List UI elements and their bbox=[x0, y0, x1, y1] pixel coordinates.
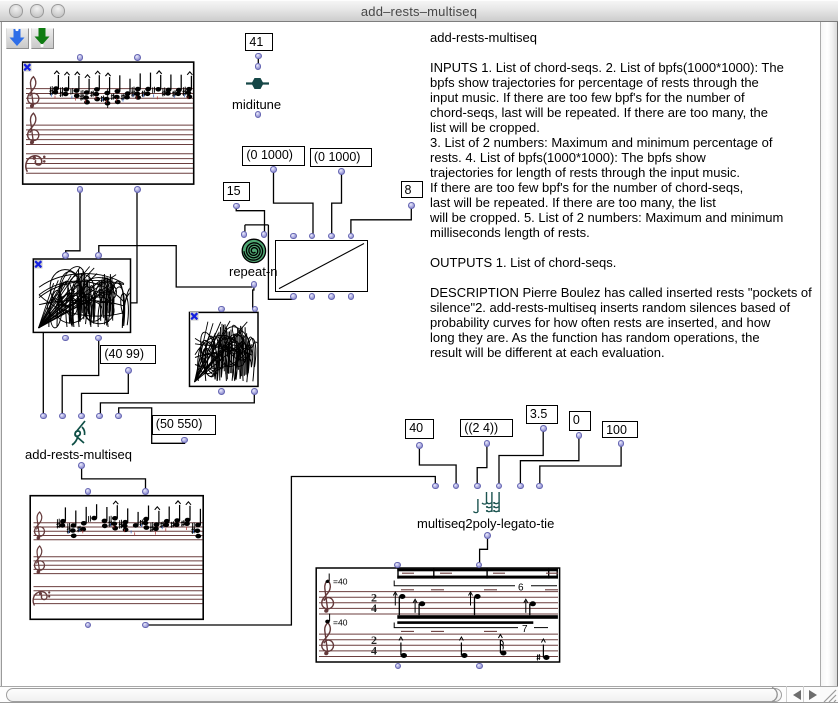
svg-text:6: 6 bbox=[518, 583, 524, 594]
svg-text:=40: =40 bbox=[333, 577, 348, 587]
svg-text:=40: =40 bbox=[333, 618, 348, 628]
svg-text:4: 4 bbox=[371, 601, 377, 615]
svg-text:7: 7 bbox=[522, 624, 528, 635]
svg-text:4: 4 bbox=[371, 644, 377, 658]
